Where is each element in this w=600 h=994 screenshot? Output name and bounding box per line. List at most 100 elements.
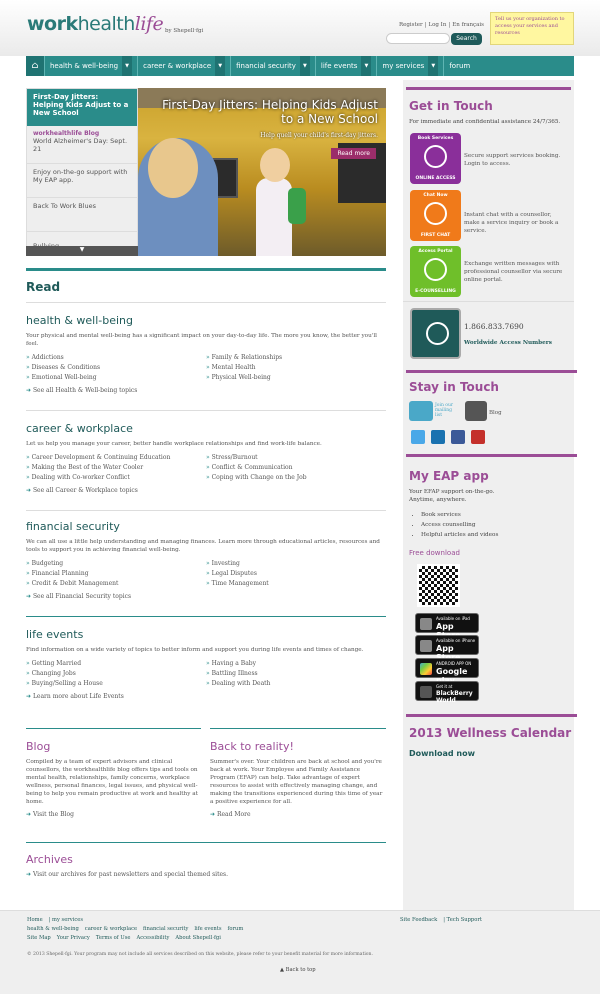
search-button[interactable]: Search [451,33,482,45]
chevron-down-icon[interactable]: ▼ [122,56,133,76]
read-more-button[interactable]: Read more [331,148,376,159]
footer-link[interactable]: Accessibility [136,935,169,941]
reality-title[interactable]: Back to reality! [210,740,386,753]
read-more-link[interactable]: Read More [210,811,386,819]
topic-link[interactable]: Battling Illness [206,669,386,679]
chevron-down-icon[interactable]: ▼ [299,56,310,76]
online-access-tile[interactable]: Book Services ONLINE ACCESS [410,133,461,184]
footer-link[interactable]: Terms of Use [96,935,131,941]
tell-us-box[interactable]: Tell us your organization to access your… [490,12,574,45]
topic-link[interactable]: Coping with Change on the Job [206,473,386,483]
topic-link[interactable]: Budgeting [26,559,206,569]
youtube-icon[interactable] [471,430,485,444]
chevron-down-icon[interactable]: ▼ [26,246,138,256]
wellness-calendar-title[interactable]: 2013 Wellness Calendar [409,726,571,740]
site-feedback-link[interactable]: Site Feedback [400,917,437,923]
topic-link[interactable]: Buying/Selling a House [26,679,206,689]
topic-link[interactable]: Physical Well-being [206,373,386,383]
footer-link[interactable]: Your Privacy [57,935,90,941]
nav-my-services[interactable]: my services ▼ [376,56,443,76]
archives-title[interactable]: Archives [26,853,386,866]
section-title[interactable]: health & well-being [26,314,386,327]
facebook-icon[interactable] [451,430,465,444]
tech-support-link[interactable]: Tech Support [447,917,482,923]
e-counselling-tile[interactable]: Access Portal E-COUNSELLING [410,246,461,297]
nav-financial[interactable]: financial security ▼ [230,56,315,76]
french-link[interactable]: En français [452,22,484,28]
visit-blog-link[interactable]: Visit the Blog [26,811,201,819]
first-chat-tile[interactable]: Chat Now FIRST CHAT [410,190,461,241]
topic-link[interactable]: Dealing with Death [206,679,386,689]
chevron-down-icon[interactable]: ▼ [428,56,439,76]
search-input[interactable] [386,33,450,44]
topic-link[interactable]: Stress/Burnout [206,453,386,463]
blackberry-world-badge[interactable]: Get it at BlackBerry World [415,681,479,704]
login-link[interactable]: Log In [428,22,446,28]
topic-link[interactable]: Getting Married [26,659,206,669]
topic-link[interactable]: Investing [206,559,386,569]
site-logo[interactable]: workhealthlife [27,13,164,35]
iphone-app-store-badge[interactable]: Available on iPhoneApp Store [415,635,479,662]
topic-link[interactable]: Making the Best of the Water Cooler [26,463,206,473]
topic-link[interactable]: Family & Relationships [206,353,386,363]
footer-link[interactable]: forum [228,926,244,932]
topic-link[interactable]: Legal Disputes [206,569,386,579]
home-icon[interactable]: ⌂ [26,56,44,76]
footer-link[interactable]: About Shepell·fgi [175,935,221,941]
ipad-app-store-badge[interactable]: Available on iPadApp Store [415,613,479,640]
section-title[interactable]: career & workplace [26,422,386,435]
topic-link[interactable]: Time Management [206,579,386,589]
nav-forum[interactable]: forum [443,56,475,76]
topic-link[interactable]: Credit & Debit Management [26,579,206,589]
twitter-icon[interactable] [411,430,425,444]
topic-link[interactable]: Having a Baby [206,659,386,669]
phone-number[interactable]: 1.866.833.7690 [464,322,524,331]
register-link[interactable]: Register [399,22,423,28]
feature-photo[interactable]: First-Day Jitters: Helping Kids Adjust t… [138,88,386,256]
topic-link[interactable]: Mental Health [206,363,386,373]
slider-tab[interactable]: Back To Work Blues [27,198,137,232]
archives-link[interactable]: Visit our archives for past newsletters … [26,871,386,879]
footer-link[interactable]: my services [52,917,83,923]
tile-top: Book Services [417,136,454,141]
mail-icon[interactable] [409,401,433,421]
blog-title[interactable]: Blog [26,740,201,753]
footer-right: Site Feedback | Tech Support [400,917,482,923]
topic-link[interactable]: Career Development & Continuing Educatio… [26,453,206,463]
nav-career[interactable]: career & workplace ▼ [137,56,230,76]
google-play-badge[interactable]: ANDROID APP ONGoogle play [415,658,479,685]
chevron-down-icon[interactable]: ▼ [361,56,372,76]
footer-link[interactable]: health & well-being [27,926,79,932]
topic-link[interactable]: Changing Jobs [26,669,206,679]
back-to-top-link[interactable]: ▲ Back to top [280,967,322,973]
nav-life-events[interactable]: life events ▼ [314,56,376,76]
topic-link[interactable]: Financial Planning [26,569,206,579]
slider-tab-selected[interactable]: First-Day Jitters: Helping Kids Adjust t… [27,89,137,126]
see-all-link[interactable]: See all Health & Well-being topics [26,387,386,395]
see-all-link[interactable]: Learn more about Life Events [26,693,386,701]
footer-link[interactable]: life events [194,926,221,932]
topic-link[interactable]: Dealing with Co-worker Conflict [26,473,206,483]
footer-link[interactable]: career & workplace [85,926,137,932]
see-all-link[interactable]: See all Career & Workplace topics [26,487,386,495]
topic-link[interactable]: Conflict & Communication [206,463,386,473]
nav-health[interactable]: health & well-being ▼ [44,56,137,76]
linkedin-icon[interactable] [431,430,445,444]
section-title[interactable]: financial security [26,520,386,533]
topic-link[interactable]: Emotional Well-being [26,373,206,383]
footer-link[interactable]: Site Map [27,935,51,941]
see-all-link[interactable]: See all Financial Security topics [26,593,386,601]
chevron-down-icon[interactable]: ▼ [215,56,226,76]
blog-link[interactable]: Blog [489,410,502,416]
access-numbers-link[interactable]: Worldwide Access Numbers [464,340,552,346]
footer-link[interactable]: financial security [143,926,188,932]
download-now-link[interactable]: Download now [409,749,475,758]
footer-link[interactable]: Home [27,917,43,923]
slider-tab[interactable]: workhealthlife Blog World Alzheimer's Day… [27,126,137,164]
blog-icon[interactable] [465,401,487,421]
topic-link[interactable]: Diseases & Conditions [26,363,206,373]
slider-tab[interactable]: Enjoy on-the-go support with My EAP app. [27,164,137,198]
mailing-list-link[interactable]: Join our mailing list [435,403,459,418]
topic-link[interactable]: Addictions [26,353,206,363]
section-title[interactable]: life events [26,628,386,641]
